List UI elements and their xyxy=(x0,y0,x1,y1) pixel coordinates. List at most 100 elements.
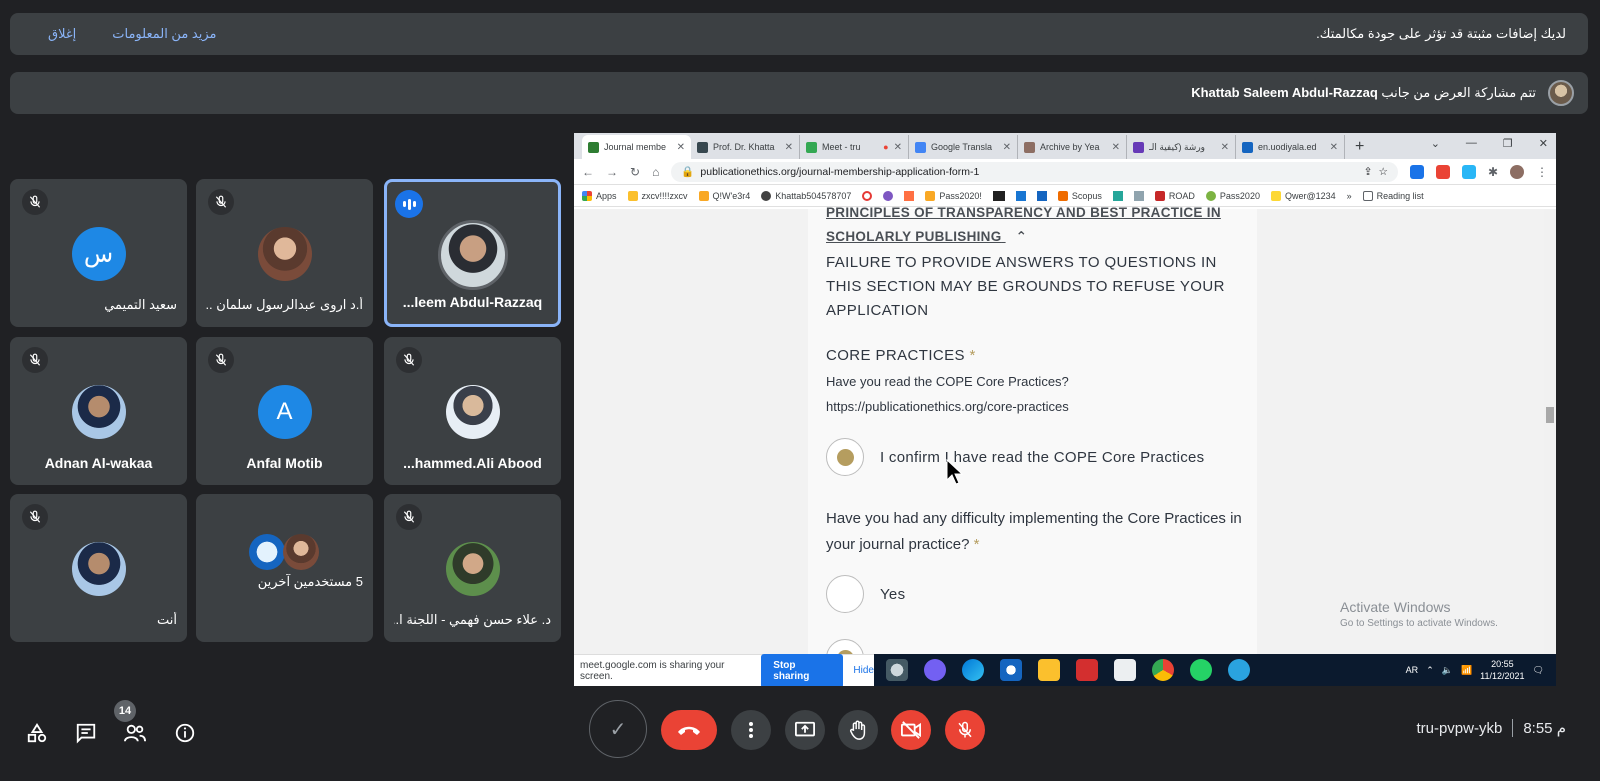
browser-tab[interactable]: Archive by Yea ✕ xyxy=(1018,135,1127,159)
bookmark-apps[interactable]: Apps xyxy=(582,190,617,201)
rocket-app-icon[interactable] xyxy=(886,659,908,681)
participant-name: Adnan Al-wakaa xyxy=(44,455,153,471)
form-card: PRINCIPLES OF TRANSPARENCY AND BEST PRAC… xyxy=(808,205,1257,677)
bookmark-icon[interactable] xyxy=(904,190,915,201)
end-call-button[interactable] xyxy=(661,710,717,750)
people-icon[interactable] xyxy=(120,718,150,748)
browser-tab[interactable]: Journal membe ✕ xyxy=(582,135,691,159)
restore-icon[interactable]: ❐ xyxy=(1503,137,1513,150)
reload-icon[interactable]: ↻ xyxy=(630,165,640,179)
camera-off-button[interactable] xyxy=(891,710,931,750)
bookmark-road[interactable]: ROAD xyxy=(1154,190,1195,201)
bookmark[interactable]: Qwer@1234 xyxy=(1270,190,1336,201)
bookmark-icon[interactable] xyxy=(1015,190,1026,201)
yes-radio[interactable] xyxy=(826,575,864,613)
home-icon[interactable]: ⌂ xyxy=(652,165,659,179)
bookmark[interactable]: zxcv!!!!zxcv xyxy=(627,190,688,201)
confirm-option-label[interactable]: I confirm I have read the COPE Core Prac… xyxy=(880,449,1204,466)
bookmark-icon[interactable] xyxy=(1036,190,1047,201)
participant-tile[interactable]: س سعيد التميمي xyxy=(10,179,187,327)
question-1-link[interactable]: https://publicationethics.org/core-pract… xyxy=(826,399,1069,414)
participant-tile[interactable]: د. علاء حسن فهمي - اللجنة ا... xyxy=(384,494,561,642)
back-icon[interactable]: ← xyxy=(582,165,594,179)
scopus-icon xyxy=(1057,190,1068,201)
notifications-icon[interactable]: 🗨 xyxy=(1533,665,1544,676)
browser-tab[interactable]: en.uodiyala.ed ✕ xyxy=(1236,135,1345,159)
more-options-button[interactable] xyxy=(731,710,771,750)
meeting-code[interactable]: tru-pvpw-ykb xyxy=(1416,720,1502,737)
bookmark[interactable]: Pass2020! xyxy=(925,190,982,201)
app-icon[interactable] xyxy=(1000,659,1022,681)
more-info-link[interactable]: مزيد من المعلومات xyxy=(112,26,216,42)
browser-tab[interactable]: Meet - tru ● ✕ xyxy=(800,135,909,159)
bookmark[interactable]: Q!W'e3r4 xyxy=(698,190,750,201)
whatsapp-icon[interactable] xyxy=(1190,659,1212,681)
new-tab-button[interactable]: + xyxy=(1345,138,1374,159)
chevron-up-icon[interactable]: ⌃ xyxy=(1426,665,1434,676)
browser-tab[interactable]: Prof. Dr. Khatta ✕ xyxy=(691,135,800,159)
forward-icon[interactable]: → xyxy=(606,165,618,179)
scrollbar-thumb[interactable] xyxy=(1546,407,1554,423)
yes-option-label[interactable]: Yes xyxy=(880,586,905,603)
present-screen-button[interactable] xyxy=(785,710,825,750)
extension-icon[interactable] xyxy=(1409,164,1424,179)
close-banner-link[interactable]: إغلاق xyxy=(48,26,76,42)
section-heading[interactable]: PRINCIPLES OF TRANSPARENCY AND BEST PRAC… xyxy=(826,201,1246,249)
activities-icon[interactable] xyxy=(22,718,52,748)
browser-tab[interactable]: Google Transla ✕ xyxy=(909,135,1018,159)
participant-tile-others[interactable]: 5 مستخدمين آخرين xyxy=(196,494,373,642)
raise-hand-button[interactable] xyxy=(838,710,878,750)
acrobat-icon[interactable] xyxy=(1076,659,1098,681)
participant-tile-presenter[interactable]: ...leem Abdul-Razzaq xyxy=(384,179,561,327)
calculator-icon[interactable] xyxy=(1114,659,1136,681)
participant-tile[interactable]: Adnan Al-wakaa xyxy=(10,337,187,485)
adblock-icon[interactable] xyxy=(1435,164,1450,179)
extension-icon[interactable] xyxy=(1461,164,1476,179)
bookmark-scopus[interactable]: Scopus xyxy=(1057,190,1102,201)
system-clock[interactable]: 20:55 11/12/2021 xyxy=(1480,658,1524,682)
browser-tab[interactable]: ورشة (كيفية الـ ✕ xyxy=(1127,135,1236,159)
chat-icon[interactable] xyxy=(71,718,101,748)
minimize-icon[interactable]: — xyxy=(1466,137,1477,150)
avatar xyxy=(445,385,500,439)
close-icon: ✕ xyxy=(676,141,685,153)
bookmark-icon[interactable] xyxy=(1133,190,1144,201)
address-bar[interactable]: 🔒 publicationethics.org/journal-membersh… xyxy=(671,161,1398,182)
bookmark[interactable]: Khattab504578707 xyxy=(761,190,851,201)
mic-off-button[interactable] xyxy=(945,710,985,750)
blocked-icon[interactable] xyxy=(862,190,873,201)
participant-tile[interactable]: ...hammed.Ali Abood xyxy=(384,337,561,485)
participant-tile[interactable]: أ.د اروى عبدالرسول سلمان ... xyxy=(196,179,373,327)
tab-favicon-icon xyxy=(588,141,599,153)
bookmark-icon[interactable] xyxy=(883,190,894,201)
network-icon[interactable]: 📶 xyxy=(1461,665,1472,676)
share-icon[interactable]: ⇪ xyxy=(1364,166,1373,178)
check-icon[interactable]: ✓ xyxy=(589,700,647,758)
reading-list[interactable]: Reading list xyxy=(1362,190,1424,201)
chrome-icon[interactable] xyxy=(1152,659,1174,681)
researchgate-icon[interactable] xyxy=(1112,190,1123,201)
viber-icon[interactable] xyxy=(924,659,946,681)
volume-icon[interactable]: 🔈 xyxy=(1442,665,1453,676)
confirm-radio[interactable] xyxy=(826,438,864,476)
close-icon[interactable]: ✕ xyxy=(1539,137,1548,150)
star-icon[interactable]: ☆ xyxy=(1379,166,1388,178)
bookmark-icon[interactable] xyxy=(992,190,1005,201)
more-bookmarks-icon[interactable]: » xyxy=(1347,191,1352,201)
participant-tile-self[interactable]: أنت xyxy=(10,494,187,642)
edge-icon[interactable] xyxy=(962,659,984,681)
participant-tile[interactable]: A Anfal Motib xyxy=(196,337,373,485)
input-language[interactable]: AR xyxy=(1406,665,1419,675)
hide-button[interactable]: Hide xyxy=(853,665,874,676)
stop-sharing-button[interactable]: Stop sharing xyxy=(761,653,844,686)
participant-name: أ.د اروى عبدالرسول سلمان ... xyxy=(206,297,363,312)
menu-dots-icon[interactable]: ⋮ xyxy=(1536,165,1548,179)
telegram-icon[interactable] xyxy=(1228,659,1250,681)
page-scrollbar[interactable] xyxy=(1544,209,1556,654)
file-explorer-icon[interactable] xyxy=(1038,659,1060,681)
info-icon[interactable] xyxy=(170,718,200,748)
puzzle-icon[interactable]: ✱ xyxy=(1488,165,1498,179)
bookmark[interactable]: Pass2020 xyxy=(1205,190,1260,201)
profile-avatar[interactable] xyxy=(1510,164,1524,179)
chevron-down-icon[interactable]: ⌄ xyxy=(1431,137,1440,150)
